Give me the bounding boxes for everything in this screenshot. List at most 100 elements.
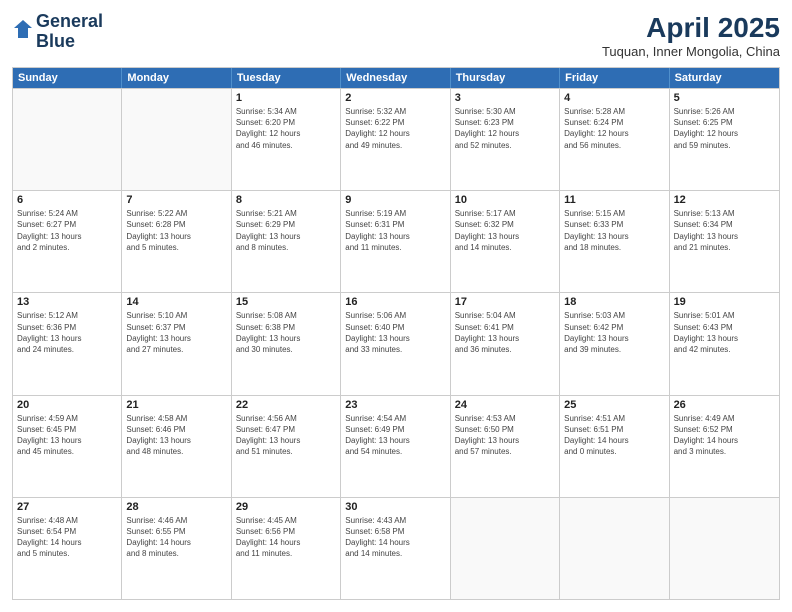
weekday-header: Saturday <box>670 68 779 88</box>
day-info: Sunrise: 5:17 AM Sunset: 6:32 PM Dayligh… <box>455 208 555 253</box>
day-number: 8 <box>236 194 336 206</box>
calendar-cell <box>451 498 560 599</box>
day-number: 26 <box>674 399 775 411</box>
day-number: 25 <box>564 399 664 411</box>
day-number: 2 <box>345 92 445 104</box>
subtitle: Tuquan, Inner Mongolia, China <box>602 44 780 59</box>
calendar-cell: 7 Sunrise: 5:22 AM Sunset: 6:28 PM Daylig… <box>122 191 231 292</box>
day-number: 27 <box>17 501 117 513</box>
calendar-cell: 23Sunrise: 4:54 AM Sunset: 6:49 PM Dayli… <box>341 396 450 497</box>
calendar-cell: 15 Sunrise: 5:08 AM Sunset: 6:38 PM Dayli… <box>232 293 341 394</box>
calendar-cell: 24 Sunrise: 4:53 AM Sunset: 6:50 PM Dayli… <box>451 396 560 497</box>
day-info: Sunrise: 5:22 AM Sunset: 6:28 PM Dayligh… <box>126 208 226 253</box>
calendar: SundayMondayTuesdayWednesdayThursdayFrid… <box>12 67 780 600</box>
day-number: 7 <box>126 194 226 206</box>
day-number: 10 <box>455 194 555 206</box>
calendar-cell: 19Sunrise: 5:01 AM Sunset: 6:43 PM Dayli… <box>670 293 779 394</box>
calendar-cell: 9 Sunrise: 5:19 AM Sunset: 6:31 PM Daylig… <box>341 191 450 292</box>
weekday-header: Wednesday <box>341 68 450 88</box>
calendar-cell: 12 Sunrise: 5:13 AM Sunset: 6:34 PM Dayli… <box>670 191 779 292</box>
calendar-cell: 28 Sunrise: 4:46 AM Sunset: 6:55 PM Dayli… <box>122 498 231 599</box>
day-number: 24 <box>455 399 555 411</box>
day-number: 20 <box>17 399 117 411</box>
day-number: 14 <box>126 296 226 308</box>
calendar-row: 13Sunrise: 5:12 AM Sunset: 6:36 PM Dayli… <box>13 292 779 394</box>
weekday-header: Sunday <box>13 68 122 88</box>
logo-text-general: General <box>36 12 103 32</box>
weekday-header: Thursday <box>451 68 560 88</box>
day-info: Sunrise: 4:48 AM Sunset: 6:54 PM Dayligh… <box>17 515 117 560</box>
day-info: Sunrise: 5:10 AM Sunset: 6:37 PM Dayligh… <box>126 310 226 355</box>
calendar-cell <box>560 498 669 599</box>
calendar-cell: 11 Sunrise: 5:15 AM Sunset: 6:33 PM Dayli… <box>560 191 669 292</box>
day-info: Sunrise: 4:51 AM Sunset: 6:51 PM Dayligh… <box>564 413 664 458</box>
day-number: 15 <box>236 296 336 308</box>
day-number: 17 <box>455 296 555 308</box>
calendar-cell: 29 Sunrise: 4:45 AM Sunset: 6:56 PM Dayli… <box>232 498 341 599</box>
calendar-cell: 16 Sunrise: 5:06 AM Sunset: 6:40 PM Dayli… <box>341 293 450 394</box>
calendar-cell: 30 Sunrise: 4:43 AM Sunset: 6:58 PM Dayli… <box>341 498 450 599</box>
calendar-cell: 13Sunrise: 5:12 AM Sunset: 6:36 PM Dayli… <box>13 293 122 394</box>
day-number: 6 <box>17 194 117 206</box>
day-number: 4 <box>564 92 664 104</box>
calendar-row: 1 Sunrise: 5:34 AM Sunset: 6:20 PM Daylig… <box>13 88 779 190</box>
day-number: 11 <box>564 194 664 206</box>
day-info: Sunrise: 4:53 AM Sunset: 6:50 PM Dayligh… <box>455 413 555 458</box>
calendar-cell: 6 Sunrise: 5:24 AM Sunset: 6:27 PM Daylig… <box>13 191 122 292</box>
day-number: 29 <box>236 501 336 513</box>
day-info: Sunrise: 4:54 AM Sunset: 6:49 PM Dayligh… <box>345 413 445 458</box>
day-info: Sunrise: 5:08 AM Sunset: 6:38 PM Dayligh… <box>236 310 336 355</box>
day-info: Sunrise: 5:19 AM Sunset: 6:31 PM Dayligh… <box>345 208 445 253</box>
logo-icon <box>12 18 34 40</box>
day-info: Sunrise: 5:21 AM Sunset: 6:29 PM Dayligh… <box>236 208 336 253</box>
calendar-row: 20 Sunrise: 4:59 AM Sunset: 6:45 PM Dayli… <box>13 395 779 497</box>
logo: General Blue <box>12 12 103 52</box>
day-number: 30 <box>345 501 445 513</box>
calendar-cell: 27 Sunrise: 4:48 AM Sunset: 6:54 PM Dayli… <box>13 498 122 599</box>
calendar-body: 1 Sunrise: 5:34 AM Sunset: 6:20 PM Daylig… <box>13 88 779 599</box>
calendar-cell: 2 Sunrise: 5:32 AM Sunset: 6:22 PM Daylig… <box>341 89 450 190</box>
day-info: Sunrise: 5:15 AM Sunset: 6:33 PM Dayligh… <box>564 208 664 253</box>
day-number: 13 <box>17 296 117 308</box>
day-info: Sunrise: 5:24 AM Sunset: 6:27 PM Dayligh… <box>17 208 117 253</box>
weekday-header: Tuesday <box>232 68 341 88</box>
calendar-cell: 4 Sunrise: 5:28 AM Sunset: 6:24 PM Daylig… <box>560 89 669 190</box>
day-info: Sunrise: 4:45 AM Sunset: 6:56 PM Dayligh… <box>236 515 336 560</box>
day-info: Sunrise: 4:46 AM Sunset: 6:55 PM Dayligh… <box>126 515 226 560</box>
calendar-cell: 8 Sunrise: 5:21 AM Sunset: 6:29 PM Daylig… <box>232 191 341 292</box>
calendar-cell: 21Sunrise: 4:58 AM Sunset: 6:46 PM Dayli… <box>122 396 231 497</box>
day-info: Sunrise: 4:58 AM Sunset: 6:46 PM Dayligh… <box>126 413 226 458</box>
day-info: Sunrise: 5:28 AM Sunset: 6:24 PM Dayligh… <box>564 106 664 151</box>
calendar-cell: 18Sunrise: 5:03 AM Sunset: 6:42 PM Dayli… <box>560 293 669 394</box>
day-number: 18 <box>564 296 664 308</box>
day-number: 16 <box>345 296 445 308</box>
day-info: Sunrise: 5:26 AM Sunset: 6:25 PM Dayligh… <box>674 106 775 151</box>
title-area: April 2025 Tuquan, Inner Mongolia, China <box>602 12 780 59</box>
day-number: 12 <box>674 194 775 206</box>
page: General Blue April 2025 Tuquan, Inner Mo… <box>0 0 792 612</box>
calendar-cell: 3Sunrise: 5:30 AM Sunset: 6:23 PM Daylig… <box>451 89 560 190</box>
calendar-cell <box>13 89 122 190</box>
calendar-cell: 20 Sunrise: 4:59 AM Sunset: 6:45 PM Dayli… <box>13 396 122 497</box>
day-info: Sunrise: 4:49 AM Sunset: 6:52 PM Dayligh… <box>674 413 775 458</box>
day-info: Sunrise: 5:30 AM Sunset: 6:23 PM Dayligh… <box>455 106 555 151</box>
day-info: Sunrise: 4:43 AM Sunset: 6:58 PM Dayligh… <box>345 515 445 560</box>
day-info: Sunrise: 5:06 AM Sunset: 6:40 PM Dayligh… <box>345 310 445 355</box>
weekday-header: Monday <box>122 68 231 88</box>
calendar-header: SundayMondayTuesdayWednesdayThursdayFrid… <box>13 68 779 88</box>
day-info: Sunrise: 4:59 AM Sunset: 6:45 PM Dayligh… <box>17 413 117 458</box>
calendar-row: 27 Sunrise: 4:48 AM Sunset: 6:54 PM Dayli… <box>13 497 779 599</box>
calendar-cell: 22Sunrise: 4:56 AM Sunset: 6:47 PM Dayli… <box>232 396 341 497</box>
day-info: Sunrise: 4:56 AM Sunset: 6:47 PM Dayligh… <box>236 413 336 458</box>
day-number: 9 <box>345 194 445 206</box>
day-info: Sunrise: 5:34 AM Sunset: 6:20 PM Dayligh… <box>236 106 336 151</box>
calendar-cell: 25 Sunrise: 4:51 AM Sunset: 6:51 PM Dayli… <box>560 396 669 497</box>
calendar-cell: 14 Sunrise: 5:10 AM Sunset: 6:37 PM Dayli… <box>122 293 231 394</box>
day-number: 28 <box>126 501 226 513</box>
calendar-cell: 26 Sunrise: 4:49 AM Sunset: 6:52 PM Dayli… <box>670 396 779 497</box>
day-number: 1 <box>236 92 336 104</box>
day-info: Sunrise: 5:13 AM Sunset: 6:34 PM Dayligh… <box>674 208 775 253</box>
calendar-row: 6 Sunrise: 5:24 AM Sunset: 6:27 PM Daylig… <box>13 190 779 292</box>
day-info: Sunrise: 5:32 AM Sunset: 6:22 PM Dayligh… <box>345 106 445 151</box>
header: General Blue April 2025 Tuquan, Inner Mo… <box>12 12 780 59</box>
